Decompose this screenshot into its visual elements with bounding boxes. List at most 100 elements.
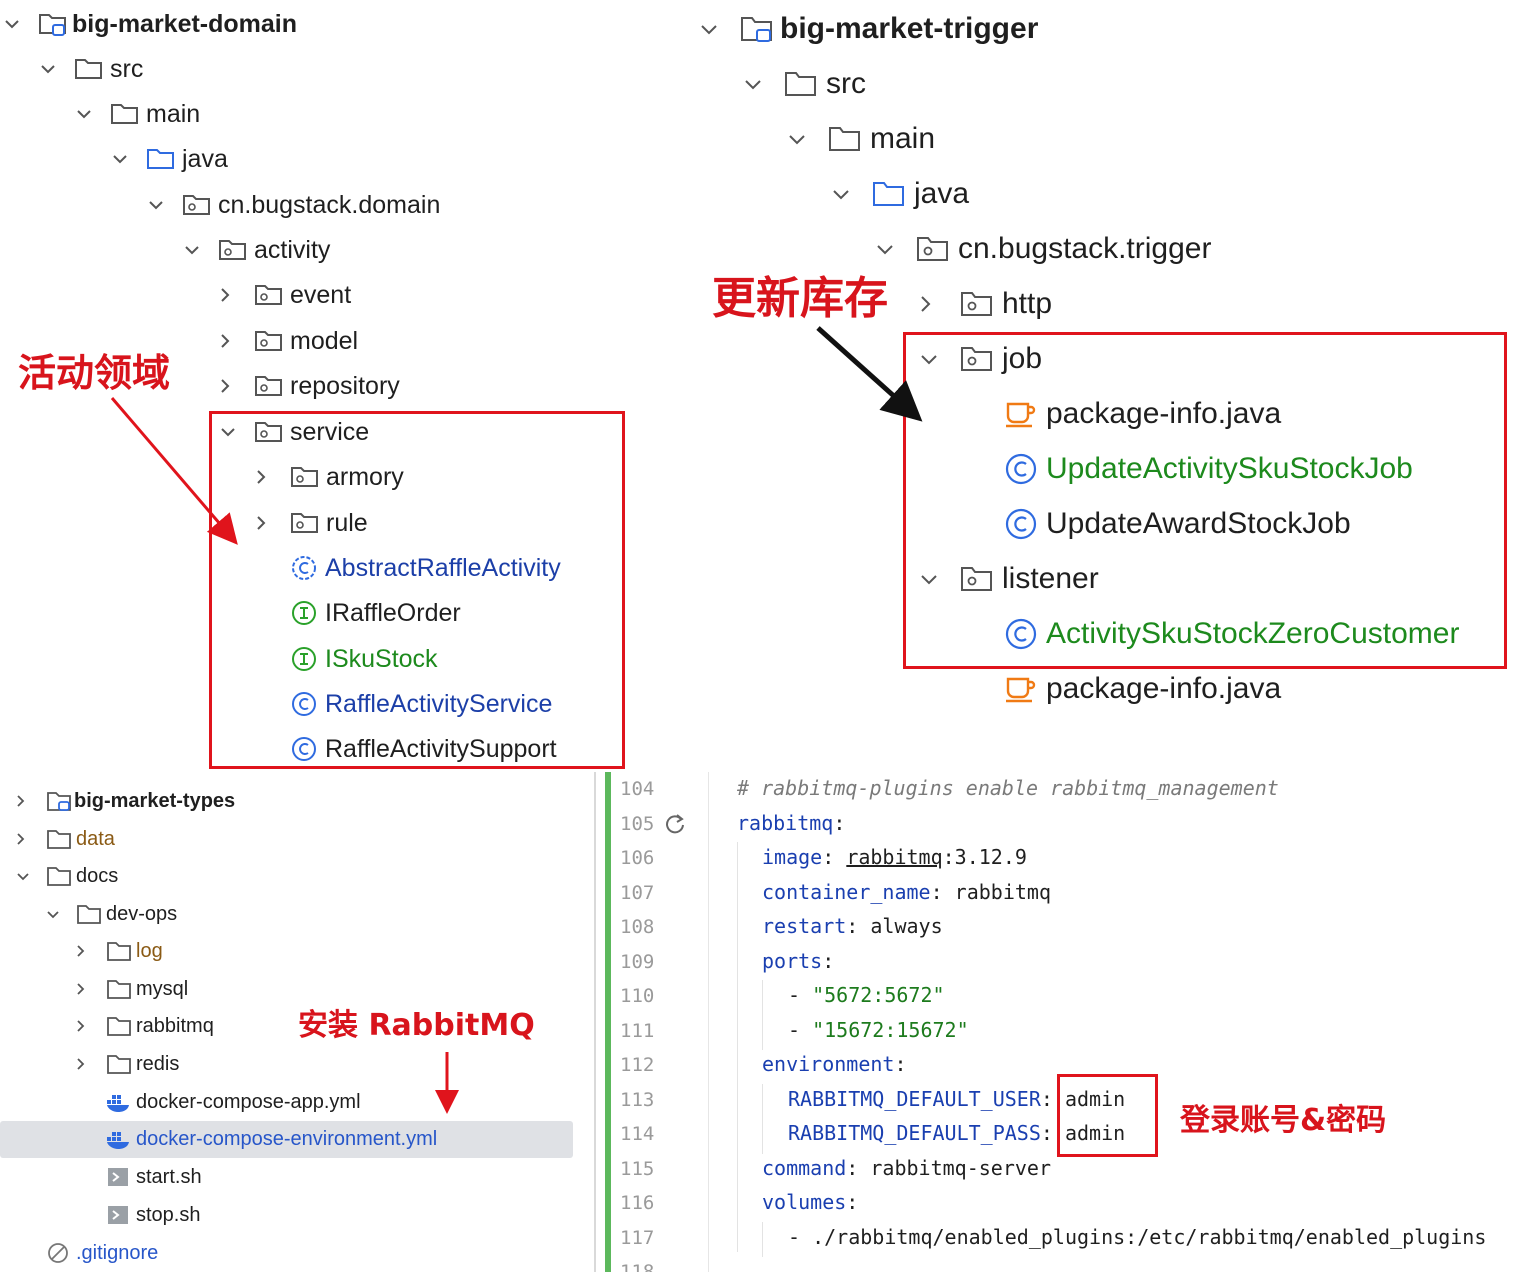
- chevron-down-icon[interactable]: [788, 134, 812, 145]
- tree-row-rabbitmq[interactable]: rabbitmq: [76, 1009, 214, 1043]
- module-folder-icon: [38, 11, 68, 37]
- yaml-string: "15672:15672": [812, 1018, 969, 1042]
- line-number: 114: [620, 1123, 655, 1145]
- code-line-112: environment:: [762, 1052, 907, 1076]
- line-number: 107: [620, 882, 655, 904]
- ignore-file-icon: [46, 1241, 72, 1265]
- chevron-down-icon[interactable]: [744, 79, 768, 90]
- chevron-right-icon[interactable]: [76, 982, 94, 996]
- chevron-down-icon[interactable]: [76, 109, 98, 119]
- tree-row-docs[interactable]: docs: [16, 859, 118, 893]
- tree-row-package[interactable]: cn.bugstack.trigger: [876, 228, 1211, 270]
- tree-label: cn.bugstack.trigger: [958, 232, 1212, 265]
- code-line-108: restart: always: [762, 914, 943, 938]
- tree-row-types[interactable]: big-market-types: [16, 784, 235, 818]
- tree-row-log[interactable]: log: [76, 934, 163, 968]
- tree-row-domain-root[interactable]: big-market-domain: [4, 6, 297, 42]
- tree-label: main: [146, 99, 201, 128]
- tree-label: mysql: [136, 977, 189, 1000]
- shell-script-icon: [106, 1166, 132, 1188]
- tree-row-redis[interactable]: redis: [76, 1047, 179, 1081]
- line-number: 118: [620, 1261, 655, 1272]
- yaml-value: always: [870, 914, 943, 938]
- tree-row-package-info[interactable]: package-info.java: [1004, 668, 1281, 710]
- arrow-icon: [816, 326, 923, 422]
- chevron-down-icon[interactable]: [112, 154, 134, 164]
- tree-row-event[interactable]: event: [220, 277, 351, 313]
- chevron-right-icon[interactable]: [16, 832, 34, 846]
- tree-row-mysql[interactable]: mysql: [76, 972, 188, 1006]
- line-number: 112: [620, 1054, 655, 1076]
- code-editor[interactable]: 104 105 106 107 108 109 110 111 112 113 …: [594, 772, 1528, 1272]
- tree-row-compose-app[interactable]: docker-compose-app.yml: [106, 1085, 361, 1119]
- tree-row-gitignore[interactable]: .gitignore: [46, 1236, 158, 1270]
- highlight-box-service: [209, 411, 625, 769]
- line-number: 109: [620, 951, 655, 973]
- tree-label: stop.sh: [136, 1203, 201, 1226]
- chevron-down-icon[interactable]: [46, 910, 64, 919]
- chevron-down-icon[interactable]: [148, 200, 170, 210]
- line-number: 117: [620, 1227, 655, 1249]
- tree-row-compose-env[interactable]: docker-compose-environment.yml: [106, 1122, 437, 1156]
- annotation-install: 安装 RabbitMQ: [298, 1008, 535, 1043]
- tree-label: rabbitmq: [136, 1014, 214, 1037]
- chevron-right-icon[interactable]: [76, 1019, 94, 1033]
- chevron-down-icon[interactable]: [876, 244, 900, 255]
- tree-label: model: [290, 326, 359, 355]
- tree-row-main[interactable]: main: [788, 118, 935, 160]
- tree-row-stop-sh[interactable]: stop.sh: [106, 1198, 200, 1232]
- folder-icon: [106, 1015, 132, 1037]
- indent-guide: [737, 842, 738, 1252]
- package-icon: [960, 289, 994, 319]
- tree-row-http[interactable]: http: [920, 283, 1052, 325]
- chevron-right-icon[interactable]: [76, 1057, 94, 1071]
- chevron-right-icon[interactable]: [220, 333, 242, 349]
- folder-icon: [784, 69, 818, 99]
- shell-script-icon: [106, 1204, 132, 1226]
- tree-row-trigger-root[interactable]: big-market-trigger: [700, 8, 1038, 50]
- folder-icon: [828, 124, 862, 154]
- line-number: 106: [620, 847, 655, 869]
- code-line-111: - "15672:15672": [788, 1018, 969, 1042]
- code-line-116: volumes:: [762, 1190, 859, 1214]
- docker-icon: [106, 1091, 132, 1113]
- yaml-string: "5672:5672": [812, 983, 945, 1007]
- chevron-right-icon[interactable]: [920, 295, 944, 313]
- tree-row-activity[interactable]: activity: [184, 232, 330, 268]
- chevron-right-icon[interactable]: [16, 794, 34, 808]
- chevron-down-icon[interactable]: [184, 245, 206, 255]
- tree-row-java[interactable]: java: [832, 173, 969, 215]
- tree-row-java[interactable]: java: [112, 141, 228, 177]
- chevron-down-icon[interactable]: [700, 24, 724, 35]
- chevron-right-icon[interactable]: [76, 944, 94, 958]
- package-icon: [254, 328, 284, 354]
- tree-label: log: [136, 939, 163, 962]
- tree-row-src[interactable]: src: [40, 51, 143, 87]
- yaml-key: ports: [762, 949, 823, 973]
- chevron-down-icon[interactable]: [4, 19, 26, 29]
- tree-row-package[interactable]: cn.bugstack.domain: [148, 187, 440, 223]
- line-number: 108: [620, 916, 655, 938]
- tree-row-model[interactable]: model: [220, 323, 358, 359]
- refresh-icon[interactable]: [664, 812, 686, 839]
- tree-row-start-sh[interactable]: start.sh: [106, 1160, 202, 1194]
- line-number: 105: [620, 813, 655, 835]
- annotation-domain: 活动领域: [18, 351, 171, 395]
- chevron-down-icon[interactable]: [832, 189, 856, 200]
- vcs-change-marker: [605, 772, 611, 1272]
- tree-label: java: [914, 177, 970, 210]
- tree-label: big-market-domain: [72, 9, 298, 38]
- line-number: 115: [620, 1158, 655, 1180]
- tree-row-src[interactable]: src: [744, 63, 866, 105]
- tree-row-data[interactable]: data: [16, 822, 115, 856]
- code-line-110: - "5672:5672": [788, 983, 945, 1007]
- module-folder-icon: [740, 14, 774, 44]
- tree-row-dev-ops[interactable]: dev-ops: [46, 897, 177, 931]
- tree-label: repository: [290, 371, 400, 400]
- arrow-icon: [435, 1052, 459, 1114]
- chevron-right-icon[interactable]: [220, 287, 242, 303]
- arrow-icon: [110, 397, 238, 545]
- chevron-down-icon[interactable]: [40, 64, 62, 74]
- chevron-down-icon[interactable]: [16, 872, 34, 881]
- tree-row-main[interactable]: main: [76, 96, 200, 132]
